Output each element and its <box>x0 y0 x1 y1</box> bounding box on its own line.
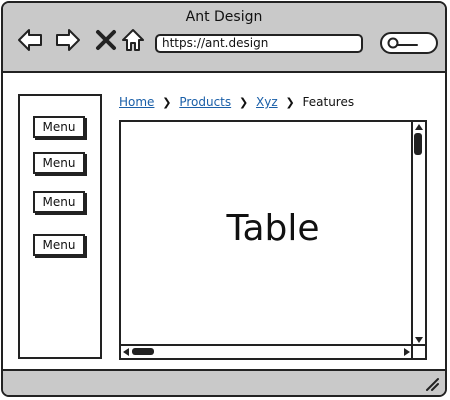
horizontal-scroll-thumb[interactable] <box>132 348 154 355</box>
scroll-left-icon[interactable] <box>122 347 130 357</box>
forward-arrow-icon[interactable] <box>55 27 81 53</box>
chevron-right-icon: ❯ <box>238 96 249 109</box>
sidebar-menu-button-1[interactable]: Menu <box>33 116 85 138</box>
sidebar-menu-button-3[interactable]: Menu <box>33 191 85 213</box>
breadcrumb-xyz-link[interactable]: Xyz <box>256 95 278 109</box>
scroll-up-icon[interactable] <box>414 123 424 131</box>
browser-toolbar: Ant Design https://ant.design <box>3 3 445 73</box>
breadcrumb: Home ❯ Products ❯ Xyz ❯ Features <box>119 95 354 109</box>
table-label: Table <box>226 208 320 249</box>
search-icon <box>387 37 418 49</box>
sidebar: Menu Menu Menu Menu <box>18 94 102 359</box>
sidebar-menu-button-2[interactable]: Menu <box>33 152 85 174</box>
status-bar <box>3 369 445 395</box>
breadcrumb-home-link[interactable]: Home <box>119 95 154 109</box>
back-arrow-icon[interactable] <box>17 27 43 53</box>
scroll-down-icon[interactable] <box>414 336 424 344</box>
scroll-right-icon[interactable] <box>403 347 411 357</box>
window-title: Ant Design <box>185 9 263 25</box>
breadcrumb-products-link[interactable]: Products <box>179 95 231 109</box>
sidebar-menu-button-4[interactable]: Menu <box>33 234 85 256</box>
chevron-right-icon: ❯ <box>162 96 172 109</box>
vertical-scrollbar[interactable] <box>411 122 425 346</box>
browser-window: Ant Design https://ant.design Menu Menu … <box>1 1 447 397</box>
resize-grip-icon[interactable] <box>425 377 439 391</box>
scrollbar-corner <box>411 344 425 358</box>
vertical-scroll-thumb[interactable] <box>414 133 422 155</box>
breadcrumb-current: Features <box>302 95 355 109</box>
horizontal-scrollbar[interactable] <box>121 344 413 358</box>
table-placeholder: Table <box>119 120 427 360</box>
close-x-icon[interactable] <box>93 27 119 53</box>
home-icon[interactable] <box>120 27 146 53</box>
page-content: Menu Menu Menu Menu Home ❯ Products ❯ Xy… <box>3 73 445 373</box>
url-input[interactable]: https://ant.design <box>155 34 363 53</box>
chevron-right-icon: ❯ <box>285 96 295 109</box>
search-box[interactable] <box>380 32 438 54</box>
